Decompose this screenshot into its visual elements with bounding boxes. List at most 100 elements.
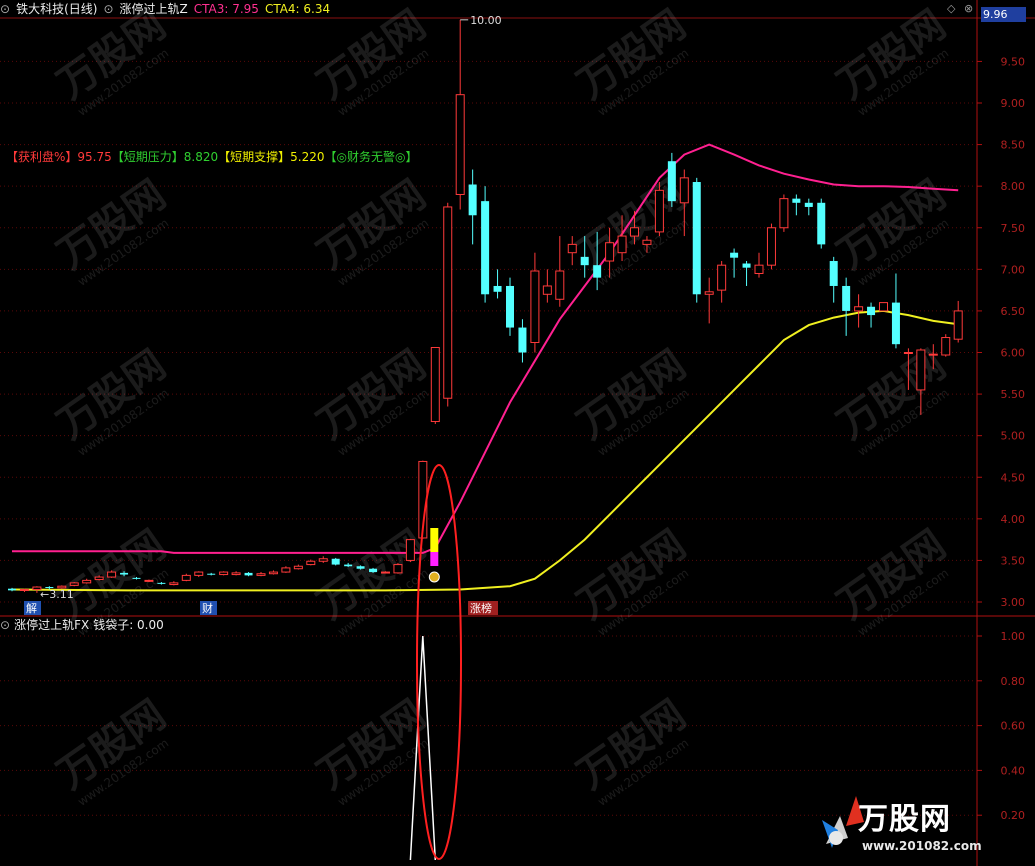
- axis-tick-label: 0.40: [1001, 764, 1026, 777]
- watermark: 万股网www.201082.com: [49, 342, 174, 459]
- candle: [405, 538, 415, 563]
- signal-bar-magenta: [430, 552, 439, 566]
- candle-body: [82, 579, 92, 584]
- candle-body: [219, 571, 229, 576]
- candle-body: [817, 202, 826, 245]
- candle-body: [268, 571, 278, 575]
- candle-body: [692, 182, 701, 295]
- info-segment: 【短期支撑】: [218, 150, 291, 164]
- diamond-icon[interactable]: ◇: [947, 2, 955, 15]
- coin-icon: [428, 571, 440, 583]
- candle: [430, 347, 440, 425]
- candle-body: [107, 571, 117, 578]
- candle: [717, 261, 727, 303]
- axis-tick-label: 6.50: [1001, 305, 1026, 318]
- candle-body: [630, 227, 639, 237]
- candle: [667, 152, 676, 207]
- candle: [169, 581, 179, 586]
- candle: [804, 198, 813, 216]
- candle: [268, 570, 278, 575]
- event-tag: 解: [26, 601, 37, 615]
- candle-body: [742, 263, 751, 268]
- axis-tick-label: 9.00: [1001, 97, 1026, 110]
- candle: [891, 273, 900, 349]
- candle-body: [679, 177, 689, 204]
- axis-tick-label: 0.60: [1001, 720, 1026, 733]
- candle-body: [331, 558, 340, 565]
- watermark: 万股网www.201082.com: [49, 2, 174, 119]
- candle-body: [194, 571, 204, 576]
- candle-body: [916, 349, 926, 391]
- candle: [244, 572, 253, 577]
- candle-body: [730, 252, 739, 258]
- candle-body: [144, 579, 154, 582]
- candle-body: [928, 353, 938, 356]
- candle-body: [169, 582, 179, 586]
- price-axis: 3.00 3.50 4.00 4.50 5.00 5.50 6.00 6.50 7.00 7.50…: [977, 55, 1025, 822]
- cta3-value: CTA3: 7.95: [193, 2, 259, 16]
- collapse-icon[interactable]: ⊙: [103, 0, 113, 18]
- candle: [842, 277, 851, 336]
- candle-body: [455, 94, 465, 195]
- candle: [393, 562, 403, 574]
- watermark: 万股网www.201082.com: [309, 2, 434, 119]
- candle-body: [181, 574, 191, 581]
- candle: [530, 252, 540, 353]
- candle: [730, 248, 739, 278]
- indicator-name[interactable]: 涨停过上轨Z: [120, 0, 188, 18]
- candle-body: [854, 306, 864, 312]
- candle-body: [542, 285, 552, 295]
- collapse-icon[interactable]: ⊙: [0, 618, 10, 632]
- candle-body: [468, 184, 477, 216]
- candle: [941, 334, 951, 357]
- candle-body: [506, 285, 514, 328]
- axis-tick-label: 5.50: [1001, 388, 1026, 401]
- info-row: 【获利盘%】95.75【短期压力】8.820【短期支撑】5.220【◎财务无警◎…: [6, 149, 417, 165]
- candle-body: [231, 572, 241, 576]
- candle-body: [8, 588, 16, 591]
- candle-body: [605, 242, 615, 262]
- indicator-value: 钱袋子: 0.00: [93, 618, 164, 632]
- close-icon[interactable]: ⊗: [964, 2, 973, 15]
- candle: [231, 571, 241, 576]
- axis-tick-label: 0.80: [1001, 675, 1026, 688]
- candle-body: [244, 572, 253, 576]
- candle: [493, 269, 502, 299]
- info-segment: 5.220: [290, 150, 325, 164]
- candle: [256, 572, 266, 577]
- candle: [704, 277, 714, 324]
- candle-body: [157, 582, 166, 584]
- candle-body: [19, 589, 29, 592]
- collapse-circle-icon[interactable]: ⊙: [0, 0, 10, 18]
- candle-body: [306, 560, 316, 566]
- indicator-panel-header: ⊙ 涨停过上轨FX 钱袋子: 0.00: [0, 617, 168, 633]
- candle: [692, 177, 701, 303]
- info-segment: 【获利盘%】: [6, 150, 78, 164]
- watermark: 万股网www.201082.com: [49, 172, 174, 289]
- candle: [779, 194, 789, 232]
- candle: [854, 294, 864, 328]
- candle-body: [281, 567, 291, 573]
- axis-tick-label: 1.00: [1001, 630, 1026, 643]
- candle-body: [667, 161, 676, 202]
- logo-text: 万股网: [858, 802, 951, 837]
- watermark: 万股网www.201082.com: [569, 2, 694, 119]
- candle: [542, 269, 552, 303]
- candle: [867, 302, 876, 328]
- candle: [331, 557, 340, 566]
- logo-url: www.201082.com: [862, 839, 982, 853]
- axis-tick-label: 4.50: [1001, 471, 1026, 484]
- chart-header: ⊙ 铁大科技(日线) ⊙ 涨停过上轨Z CTA3: 7.95 CTA4: 6.34: [0, 0, 980, 18]
- candle: [829, 256, 838, 303]
- candle: [792, 194, 801, 216]
- candle-body: [766, 227, 776, 266]
- candle-body: [344, 564, 353, 567]
- candle-body: [617, 235, 627, 254]
- candle-body: [481, 201, 490, 295]
- candle-body: [256, 573, 266, 576]
- indicator-panel-title[interactable]: 涨停过上轨FX: [14, 618, 89, 632]
- candle-body: [132, 577, 141, 579]
- candle-body: [318, 558, 328, 562]
- candle-body: [580, 256, 589, 266]
- candle: [443, 202, 453, 407]
